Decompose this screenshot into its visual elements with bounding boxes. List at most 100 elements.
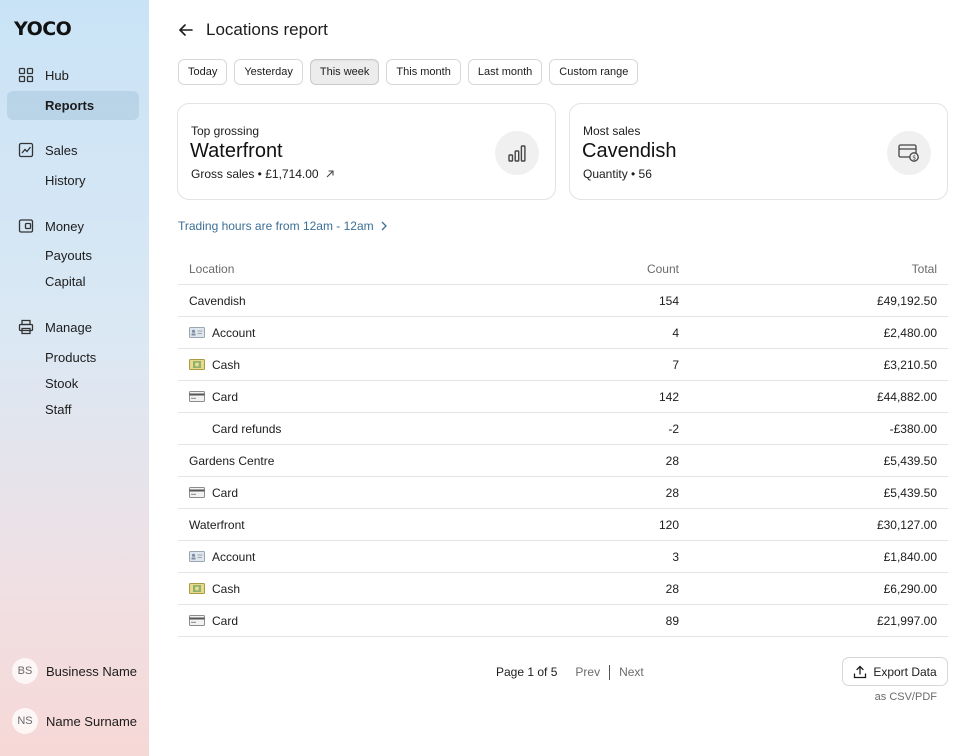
credit-card-icon — [189, 615, 205, 626]
pagination-divider — [609, 664, 611, 680]
cell-location: Card — [189, 477, 238, 508]
cell-location-text: Account — [212, 325, 256, 340]
upload-icon — [853, 665, 867, 679]
cell-total: £1,840.00 — [883, 549, 937, 564]
top-grossing-card: Top grossing Waterfront Gross sales • £1… — [177, 103, 556, 200]
cash-icon — [189, 583, 205, 594]
cell-location: Cavendish — [189, 285, 246, 316]
credit-card-icon — [189, 391, 205, 402]
cell-total: £21,997.00 — [876, 613, 937, 628]
filter-last-month[interactable]: Last month — [467, 59, 543, 85]
cell-location-text: Gardens Centre — [189, 453, 275, 468]
sidebar-item-hub[interactable]: Hub — [17, 65, 69, 85]
cell-location: Card — [189, 605, 238, 636]
table-row[interactable]: Account 4 £2,480.00 — [178, 317, 948, 349]
locations-table: Location Count Total Cavendish 154 £49,192… — [178, 254, 948, 637]
table-row[interactable]: Card 89 £21,997.00 — [178, 605, 948, 637]
cell-count: 28 — [665, 485, 679, 500]
prev-page-button[interactable]: Prev — [575, 665, 600, 679]
table-row[interactable]: Account 3 £1,840.00 — [178, 541, 948, 573]
user-menu[interactable]: NS Name Surname — [12, 708, 137, 734]
filter-this-month[interactable]: This month — [386, 59, 461, 85]
card-detail[interactable]: Gross sales • £1,714.00 — [191, 167, 335, 181]
cell-location: Gardens Centre — [189, 445, 274, 476]
cell-total: £6,290.00 — [883, 581, 937, 596]
next-page-button[interactable]: Next — [619, 665, 644, 679]
filter-yesterday[interactable]: Yesterday — [234, 59, 303, 85]
sidebar-item-history[interactable]: History — [45, 172, 85, 190]
trading-hours-link[interactable]: Trading hours are from 12am - 12am — [178, 219, 388, 233]
table-row[interactable]: Card refunds -2 -£380.00 — [178, 413, 948, 445]
table-row[interactable]: Cash 7 £3,210.50 — [178, 349, 948, 381]
grid-icon — [17, 67, 34, 84]
sidebar-item-capital[interactable]: Capital — [45, 273, 85, 291]
table-row[interactable]: Gardens Centre 28 £5,439.50 — [178, 445, 948, 477]
sidebar-item-staff[interactable]: Staff — [45, 401, 72, 419]
cell-location: Cash — [189, 573, 240, 604]
table-row[interactable]: Card 28 £5,439.50 — [178, 477, 948, 509]
filter-custom-range[interactable]: Custom range — [549, 59, 639, 85]
most-sales-card: Most sales Cavendish Quantity • 56 $ — [569, 103, 948, 200]
export-data-button[interactable]: Export Data — [842, 657, 948, 686]
back-arrow-icon[interactable] — [177, 21, 195, 39]
filter-today[interactable]: Today — [178, 59, 228, 85]
sidebar-item-money[interactable]: Money — [17, 216, 84, 236]
sidebar-item-payouts[interactable]: Payouts — [45, 247, 92, 265]
cell-total: £2,480.00 — [883, 325, 937, 340]
table-body: Cavendish 154 £49,192.50 Account 4 £2,480.00 C… — [178, 285, 948, 637]
cell-count: 142 — [658, 389, 679, 404]
sidebar-item-manage[interactable]: Manage — [17, 317, 92, 337]
column-header-total[interactable]: Total — [912, 254, 937, 284]
sidebar-item-label: Hub — [45, 67, 69, 83]
cell-location-text: Cash — [212, 357, 241, 372]
trading-hours-text: Trading hours are from 12am - 12am — [178, 219, 374, 233]
filter-this-week[interactable]: This week — [309, 59, 380, 85]
cell-count: 28 — [665, 453, 679, 468]
business-name: Business Name — [46, 663, 138, 679]
table-row[interactable]: Card 142 £44,882.00 — [178, 381, 948, 413]
pagination: Page 1 of 5 Prev Next — [496, 663, 644, 681]
user-avatar: NS — [12, 708, 38, 734]
yoco-logo[interactable]: YOCO — [14, 18, 72, 40]
card-value: Waterfront — [190, 140, 283, 162]
cell-location-text: Card — [212, 485, 239, 500]
date-filter-bar: Today Yesterday This week This month Las… — [178, 59, 639, 85]
card-label: Most sales — [583, 124, 641, 138]
cell-location-text: Waterfront — [189, 517, 245, 532]
printer-icon — [17, 319, 34, 336]
sidebar-item-sales[interactable]: Sales — [17, 140, 78, 160]
credit-card-icon — [189, 487, 205, 498]
business-switcher[interactable]: BS Business Name — [12, 658, 137, 684]
cell-total: £3,210.50 — [883, 357, 937, 372]
table-row[interactable]: Waterfront 120 £30,127.00 — [178, 509, 948, 541]
sidebar-item-products[interactable]: Products — [45, 349, 96, 367]
card-coin-icon: $ — [887, 131, 931, 175]
user-name: Name Surname — [46, 713, 138, 729]
cell-count: -2 — [668, 421, 679, 436]
cell-location: Waterfront — [189, 509, 245, 540]
cell-location: Account — [189, 541, 255, 572]
table-row[interactable]: Cavendish 154 £49,192.50 — [178, 285, 948, 317]
chart-line-icon — [17, 142, 34, 159]
export-format-note: as CSV/PDF — [874, 691, 937, 703]
card-detail-text: Quantity • 56 — [583, 167, 652, 181]
cell-total: £44,882.00 — [876, 389, 937, 404]
sidebar-item-stook[interactable]: Stook — [45, 375, 78, 393]
sidebar-item-label: Money — [45, 218, 85, 234]
wallet-icon — [17, 218, 34, 235]
account-card-icon — [189, 327, 205, 338]
table-row[interactable]: Cash 28 £6,290.00 — [178, 573, 948, 605]
cell-count: 4 — [672, 325, 679, 340]
chevron-right-icon — [380, 221, 388, 231]
cell-location-text: Card — [212, 389, 239, 404]
sidebar-item-reports[interactable]: Reports — [45, 97, 94, 115]
cell-location: Account — [189, 317, 255, 348]
svg-text:$: $ — [912, 154, 916, 161]
sidebar-item-label: Sales — [45, 142, 78, 158]
cell-total: £5,439.50 — [883, 453, 937, 468]
cell-count: 154 — [658, 293, 679, 308]
column-header-location[interactable]: Location — [189, 254, 234, 284]
cell-total: £30,127.00 — [876, 517, 937, 532]
external-arrow-icon — [325, 169, 335, 179]
column-header-count[interactable]: Count — [647, 254, 679, 284]
